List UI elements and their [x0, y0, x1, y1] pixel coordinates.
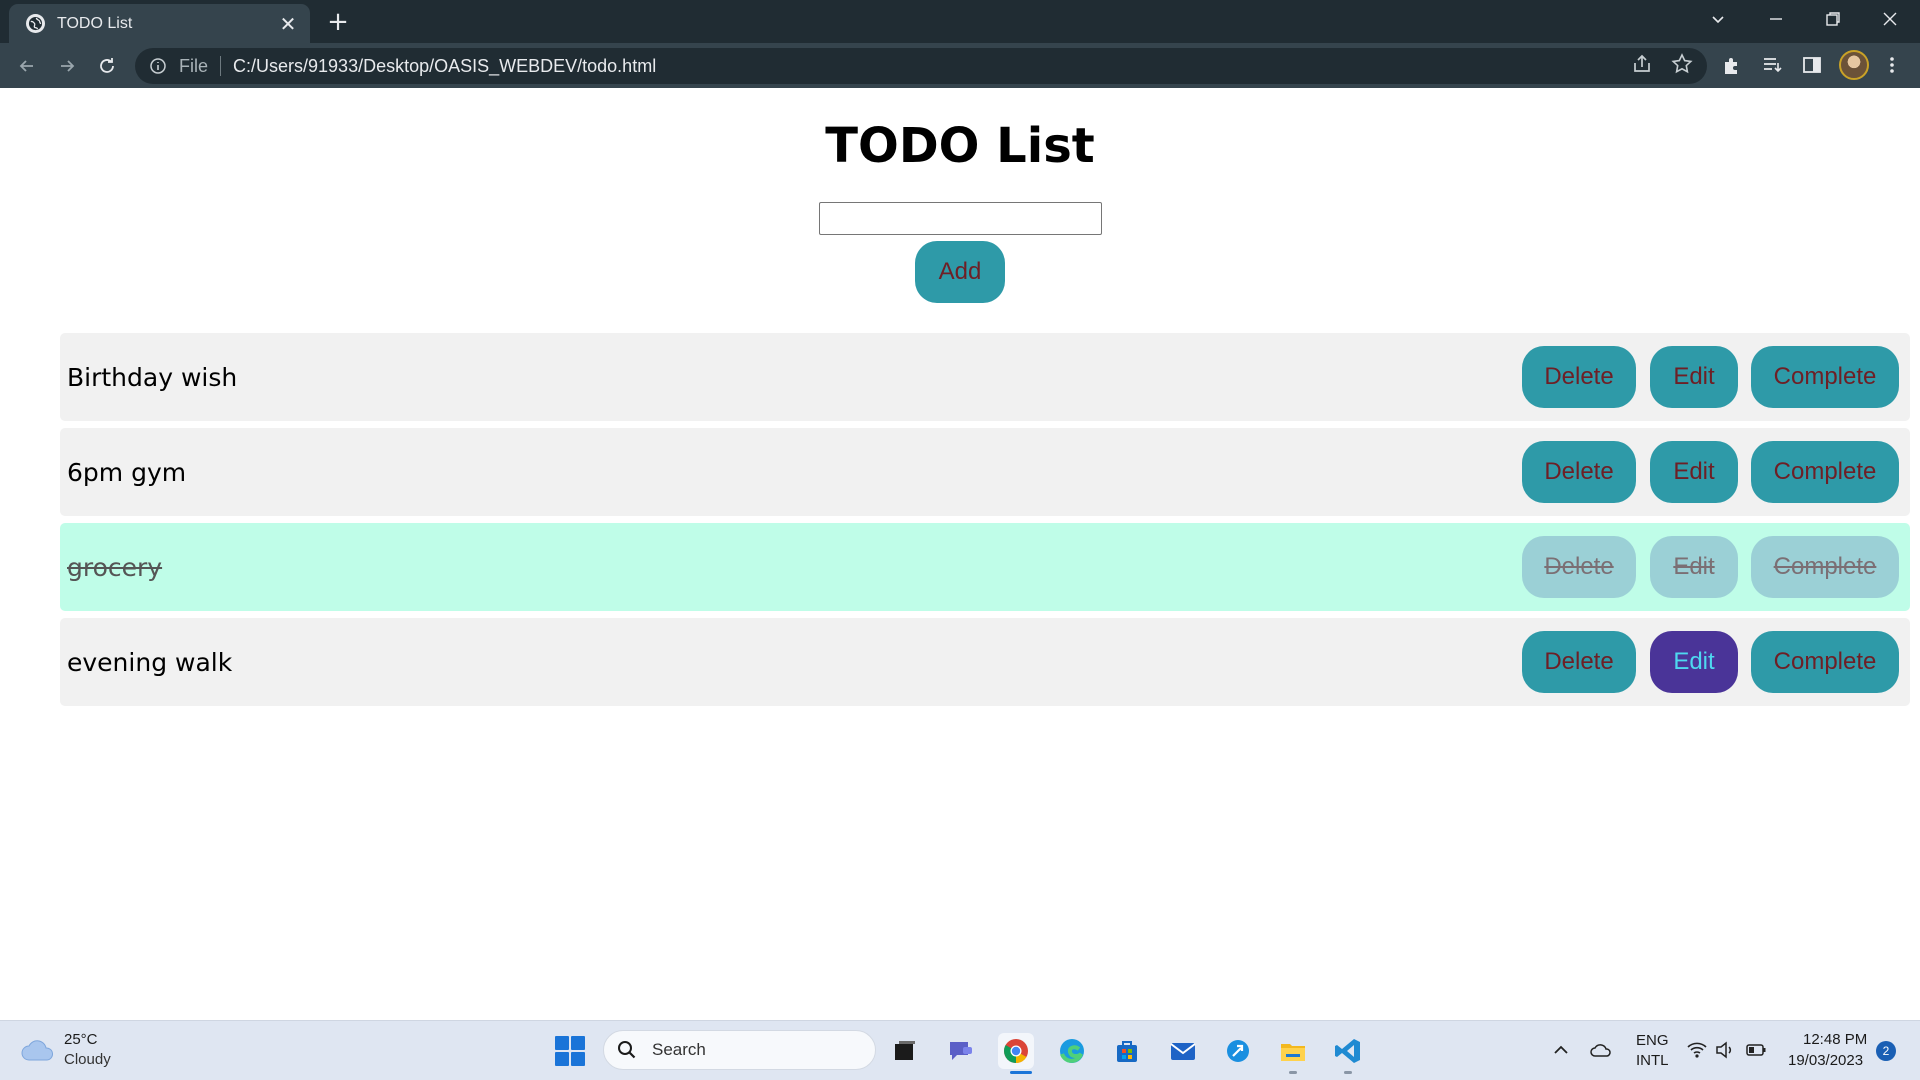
restore-icon[interactable] — [1805, 0, 1861, 38]
file-explorer-icon[interactable] — [1275, 1033, 1311, 1069]
address-separator — [220, 56, 222, 76]
clock-time[interactable]: 12:48 PM — [1803, 1031, 1867, 1048]
edit-button[interactable]: Edit — [1650, 346, 1738, 408]
notification-badge[interactable]: 2 — [1876, 1041, 1896, 1061]
edit-button[interactable]: Edit — [1650, 441, 1738, 503]
battery-icon[interactable] — [1745, 1039, 1767, 1061]
profile-avatar[interactable] — [1839, 50, 1869, 80]
address-bar[interactable]: File C:/Users/91933/Desktop/OASIS_WEBDEV… — [135, 48, 1707, 84]
edge-icon[interactable] — [1054, 1033, 1090, 1069]
side-panel-icon[interactable] — [1798, 51, 1826, 79]
address-url[interactable]: C:/Users/91933/Desktop/OASIS_WEBDEV/todo… — [233, 56, 656, 77]
back-arrow-icon[interactable] — [10, 49, 44, 83]
vscode-running-indicator — [1344, 1071, 1352, 1074]
reload-icon[interactable] — [90, 49, 124, 83]
todo-item-completed: grocery Delete Edit Complete — [60, 523, 1910, 611]
search-icon — [618, 1041, 636, 1059]
add-button[interactable]: Add — [915, 241, 1005, 303]
extensions-puzzle-icon[interactable] — [1718, 51, 1746, 79]
quick-assist-icon[interactable] — [1220, 1033, 1256, 1069]
todo-item-text: 6pm gym — [67, 457, 187, 487]
clock-date[interactable]: 19/03/2023 — [1788, 1052, 1863, 1069]
tab-search-chevron-icon[interactable] — [1690, 0, 1746, 38]
new-tab-icon[interactable]: + — [322, 6, 354, 38]
bookmark-star-icon[interactable] — [1670, 52, 1694, 76]
complete-button[interactable]: Complete — [1751, 346, 1899, 408]
explorer-running-indicator — [1289, 1071, 1297, 1074]
volume-icon[interactable] — [1714, 1039, 1736, 1061]
vscode-icon[interactable] — [1330, 1033, 1366, 1069]
cloud-icon[interactable] — [20, 1037, 56, 1063]
onedrive-cloud-icon[interactable] — [1590, 1039, 1612, 1061]
taskbar-search[interactable]: Search — [603, 1030, 876, 1070]
windows-start-icon[interactable] — [555, 1036, 585, 1066]
weather-description[interactable]: Cloudy — [64, 1051, 111, 1068]
edit-button-hovered[interactable]: Edit — [1650, 631, 1738, 693]
chrome-running-indicator — [1010, 1071, 1032, 1074]
browser-tab[interactable]: TODO List ✕ — [9, 4, 310, 43]
tab-title: TODO List — [57, 14, 133, 32]
info-icon[interactable] — [149, 57, 167, 75]
keyboard-layout-indicator[interactable]: INTL — [1636, 1052, 1669, 1069]
globe-icon — [26, 14, 45, 33]
page-content: TODO List Add Birthday wish Delete Edit … — [0, 88, 1920, 1020]
mail-icon[interactable] — [1165, 1033, 1201, 1069]
delete-button[interactable]: Delete — [1522, 536, 1636, 598]
language-indicator[interactable]: ENG — [1636, 1032, 1669, 1049]
delete-button[interactable]: Delete — [1522, 631, 1636, 693]
todo-item-text: Birthday wish — [67, 362, 238, 392]
complete-button[interactable]: Complete — [1751, 441, 1899, 503]
search-label: Search — [652, 1040, 706, 1059]
todo-item-text: evening walk — [67, 647, 233, 677]
browser-toolbar: File C:/Users/91933/Desktop/OASIS_WEBDEV… — [0, 43, 1920, 88]
teams-chat-icon[interactable] — [943, 1033, 979, 1069]
delete-button[interactable]: Delete — [1522, 441, 1636, 503]
close-window-icon[interactable] — [1862, 0, 1918, 38]
complete-button[interactable]: Complete — [1751, 631, 1899, 693]
minimize-icon[interactable] — [1748, 0, 1804, 38]
taskbar: 25°C Cloudy Search ENG INTL 12:48 PM 19/… — [0, 1020, 1920, 1080]
todo-input[interactable] — [819, 202, 1102, 235]
more-menu-icon[interactable] — [1878, 51, 1906, 79]
weather-temperature[interactable]: 25°C — [64, 1031, 98, 1048]
todo-item: 6pm gym Delete Edit Complete — [60, 428, 1910, 516]
delete-button[interactable]: Delete — [1522, 346, 1636, 408]
todo-item-text: grocery — [67, 552, 163, 582]
chevron-up-icon[interactable] — [1550, 1039, 1572, 1061]
edit-button[interactable]: Edit — [1650, 536, 1738, 598]
microsoft-store-icon[interactable] — [1109, 1033, 1145, 1069]
chrome-icon[interactable] — [998, 1033, 1034, 1069]
todo-item: evening walk Delete Edit Complete — [60, 618, 1910, 706]
wifi-icon[interactable] — [1686, 1039, 1708, 1061]
address-scheme: File — [179, 55, 209, 76]
close-tab-icon[interactable]: ✕ — [274, 10, 302, 38]
media-queue-icon[interactable] — [1758, 51, 1786, 79]
browser-tabstrip: TODO List ✕ + — [0, 0, 1920, 43]
page-title: TODO List — [825, 118, 1095, 174]
task-view-icon[interactable] — [887, 1033, 923, 1069]
todo-item: Birthday wish Delete Edit Complete — [60, 333, 1910, 421]
share-icon[interactable] — [1630, 52, 1654, 76]
forward-arrow-icon[interactable] — [50, 49, 84, 83]
complete-button[interactable]: Complete — [1751, 536, 1899, 598]
